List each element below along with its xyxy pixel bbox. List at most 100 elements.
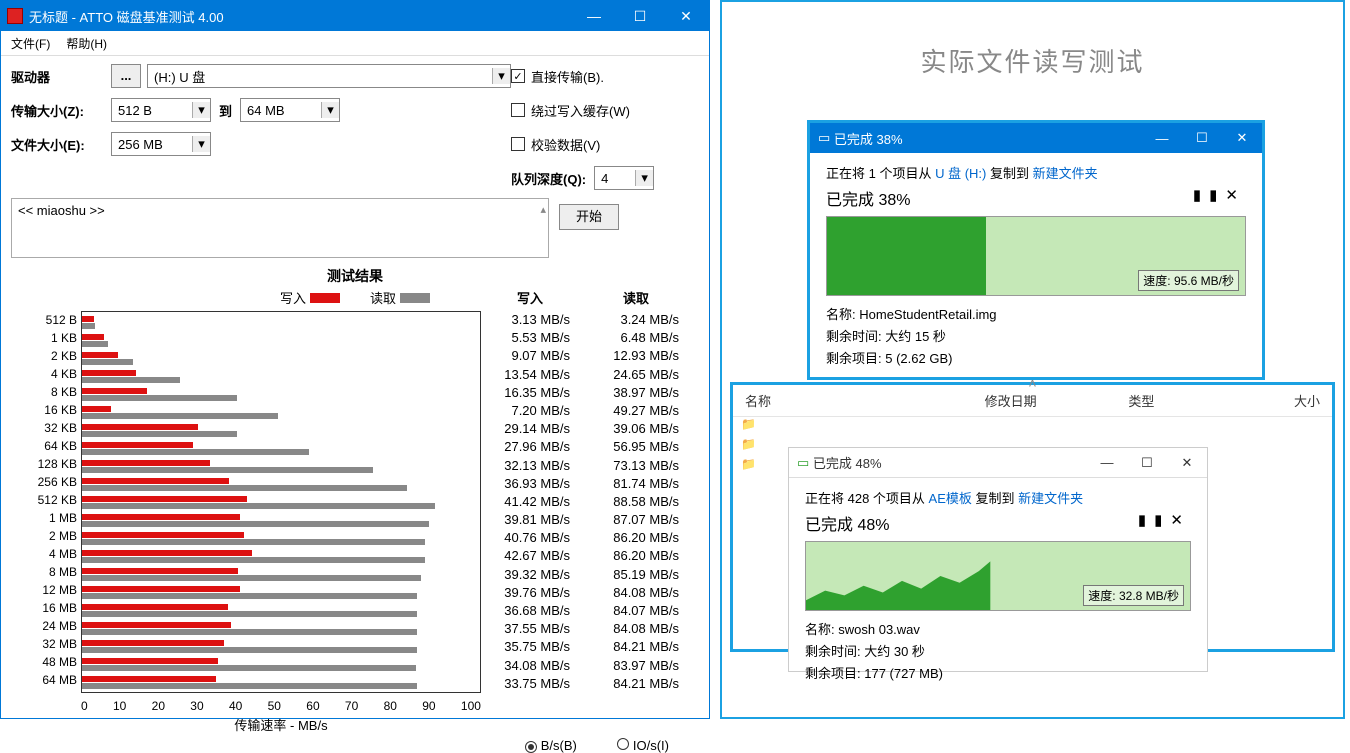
write-value: 32.13 MB/s (481, 457, 590, 475)
col-size[interactable]: 大小 (1248, 391, 1320, 410)
write-value: 3.13 MB/s (481, 311, 590, 329)
copy1-percent: 已完成 38% ▮▮✕ (826, 186, 1246, 210)
pause-button[interactable]: ▮▮ (1193, 187, 1226, 204)
bar-row (82, 386, 480, 404)
start-button[interactable]: 开始 (559, 204, 619, 230)
category-label: 512 KB (11, 491, 81, 509)
cancel-button[interactable]: ✕ (1170, 512, 1191, 529)
read-value: 12.93 MB/s (590, 347, 699, 365)
category-label: 2 KB (11, 347, 81, 365)
folder-icon: 📁 (741, 457, 757, 471)
checkbox-icon (511, 137, 525, 151)
read-value: 84.08 MB/s (590, 584, 699, 602)
close-button[interactable]: ✕ (663, 1, 709, 31)
col-type[interactable]: 类型 (1128, 391, 1248, 410)
folder-icon: 📁 (741, 437, 757, 451)
close-button[interactable]: ✕ (1167, 455, 1207, 471)
bar-row (82, 494, 480, 512)
maximize-button[interactable]: ☐ (1127, 455, 1167, 471)
description-box[interactable]: << miaoshu >> ▴ (11, 198, 549, 258)
read-value: 6.48 MB/s (590, 329, 699, 347)
read-value: 81.74 MB/s (590, 475, 699, 493)
right-panel: 实际文件读写测试 ▭ 已完成 38% ― ☐ ✕ 正在将 1 个项目从 U 盘 … (720, 0, 1345, 719)
category-label: 64 KB (11, 437, 81, 455)
copy1-titlebar[interactable]: ▭ 已完成 38% ― ☐ ✕ (810, 123, 1262, 153)
read-value: 38.97 MB/s (590, 384, 699, 402)
minimize-button[interactable]: ― (1087, 455, 1127, 470)
right-heading: 实际文件读写测试 (722, 2, 1343, 109)
verify-checkbox[interactable]: 校验数据(V) (511, 135, 699, 154)
minimize-button[interactable]: ― (1142, 131, 1182, 146)
copy1-speed: 速度: 95.6 MB/秒 (1138, 270, 1239, 291)
copy2-speed: 速度: 32.8 MB/秒 (1083, 585, 1184, 606)
copy2-percent: 已完成 48% ▮▮✕ (805, 511, 1191, 535)
menu-help[interactable]: 帮助(H) (60, 33, 113, 54)
category-label: 1 KB (11, 329, 81, 347)
category-label: 4 KB (11, 365, 81, 383)
category-label: 24 MB (11, 617, 81, 635)
filesize-combo[interactable]: 256 MB▾ (111, 132, 211, 156)
read-value: 56.95 MB/s (590, 438, 699, 456)
bar-row (82, 422, 480, 440)
bar-row (82, 440, 480, 458)
maximize-button[interactable]: ☐ (617, 1, 663, 31)
copy-dialog-2: ▭ 已完成 48% ― ☐ ✕ 正在将 428 个项目从 AE模板 复制到 新建… (788, 447, 1208, 672)
ts-from-combo[interactable]: 512 B▾ (111, 98, 211, 122)
category-label: 8 MB (11, 563, 81, 581)
read-value: 84.21 MB/s (590, 638, 699, 656)
pause-button[interactable]: ▮▮ (1138, 512, 1171, 529)
bar-row (82, 674, 480, 692)
bar-row (82, 368, 480, 386)
scroll-up-icon[interactable]: ▴ (540, 203, 546, 216)
params-panel: 驱动器 ... (H:) U 盘▾ ✓ 直接传输(B). 传输大小(Z): 51… (1, 56, 709, 194)
category-label: 8 KB (11, 383, 81, 401)
category-label: 128 KB (11, 455, 81, 473)
write-swatch-icon (310, 293, 340, 303)
read-value: 86.20 MB/s (590, 547, 699, 565)
close-button[interactable]: ✕ (1222, 130, 1262, 146)
radio-on-icon (525, 741, 537, 753)
read-value: 3.24 MB/s (590, 311, 699, 329)
category-label: 64 MB (11, 671, 81, 689)
copy-icon: ▭ (797, 455, 813, 471)
read-value: 85.19 MB/s (590, 566, 699, 584)
cancel-button[interactable]: ✕ (1225, 187, 1246, 204)
write-value: 7.20 MB/s (481, 402, 590, 420)
bar-row (82, 530, 480, 548)
drive-combo[interactable]: (H:) U 盘▾ (147, 64, 511, 88)
write-value: 27.96 MB/s (481, 438, 590, 456)
explorer-frame: ˄ 名称 修改日期 类型 大小 📁 📁 📁 ▭ 已完成 48% ― ☐ ✕ (730, 382, 1335, 652)
copy2-titlebar[interactable]: ▭ 已完成 48% ― ☐ ✕ (789, 448, 1207, 478)
bar-row (82, 656, 480, 674)
unit-radios: B/s(B) IO/s(I) (1, 734, 709, 753)
radio-bs[interactable]: B/s(B) (525, 738, 577, 753)
read-value: 86.20 MB/s (590, 529, 699, 547)
category-label: 1 MB (11, 509, 81, 527)
direct-io-checkbox[interactable]: ✓ 直接传输(B). (511, 67, 699, 86)
atto-window: 无标题 - ATTO 磁盘基准测试 4.00 ― ☐ ✕ 文件(F) 帮助(H)… (0, 0, 710, 719)
read-value: 84.08 MB/s (590, 620, 699, 638)
minimize-button[interactable]: ― (571, 1, 617, 31)
col-date[interactable]: 修改日期 (985, 391, 1129, 410)
write-value: 42.67 MB/s (481, 547, 590, 565)
drive-browse-button[interactable]: ... (111, 64, 141, 88)
chevron-down-icon: ▾ (192, 102, 210, 118)
write-value: 36.93 MB/s (481, 475, 590, 493)
queue-depth-combo[interactable]: 4▾ (594, 166, 654, 190)
folder-icon: 📁 (741, 417, 757, 431)
caret-up-icon[interactable]: ˄ (1028, 375, 1036, 391)
write-value: 16.35 MB/s (481, 384, 590, 402)
read-value: 88.58 MB/s (590, 493, 699, 511)
read-value: 84.21 MB/s (590, 675, 699, 693)
write-value: 13.54 MB/s (481, 366, 590, 384)
maximize-button[interactable]: ☐ (1182, 130, 1222, 146)
copy1-meta: 名称: HomeStudentRetail.img 剩余时间: 大约 15 秒 … (826, 304, 1246, 370)
read-value: 83.97 MB/s (590, 657, 699, 675)
ts-to-combo[interactable]: 64 MB▾ (240, 98, 340, 122)
radio-ios[interactable]: IO/s(I) (617, 738, 669, 753)
write-value: 39.76 MB/s (481, 584, 590, 602)
atto-titlebar[interactable]: 无标题 - ATTO 磁盘基准测试 4.00 ― ☐ ✕ (1, 1, 709, 31)
bypass-cache-checkbox[interactable]: 绕过写入缓存(W) (511, 101, 699, 120)
menu-file[interactable]: 文件(F) (5, 33, 56, 54)
col-name[interactable]: 名称 (745, 391, 985, 410)
